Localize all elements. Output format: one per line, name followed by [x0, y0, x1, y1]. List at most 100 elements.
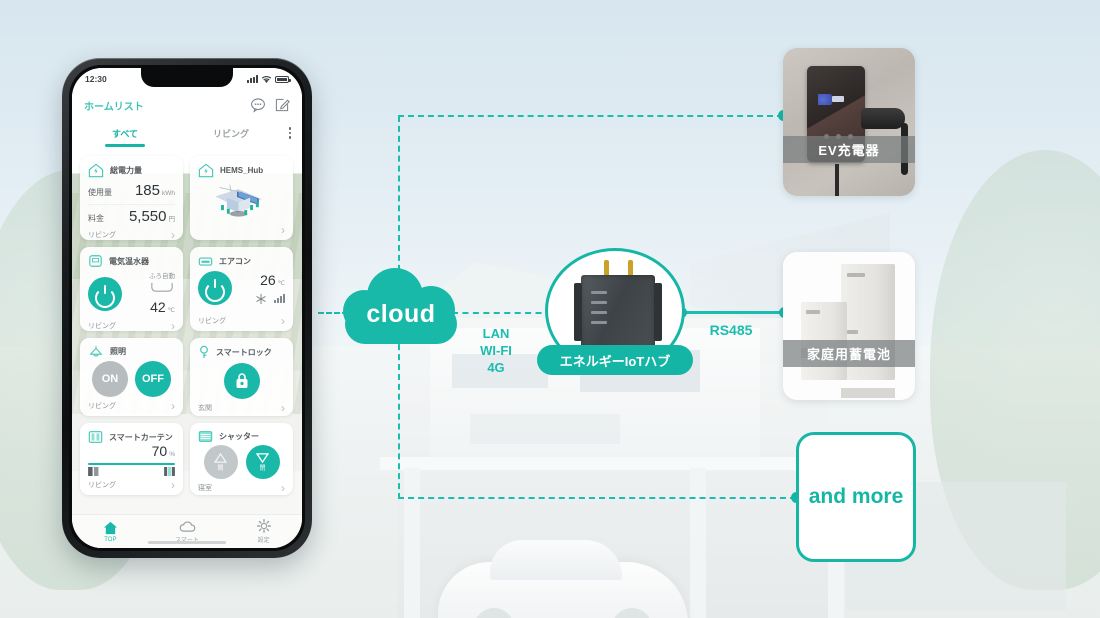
usage-value: 185	[134, 182, 160, 199]
lamp-icon	[89, 346, 103, 357]
chevron-right-icon[interactable]: ›	[281, 482, 285, 494]
shutter-close-button[interactable]: 閉	[245, 445, 280, 479]
card-room-label: リビング	[88, 482, 116, 489]
key-icon	[200, 345, 208, 359]
shutter-open-label: 開	[217, 465, 224, 472]
card-title: 電気温水器	[109, 256, 149, 266]
chevron-right-icon[interactable]: ›	[281, 224, 285, 236]
hems-house-illustration	[215, 184, 262, 217]
card-room-label: 寝室	[198, 485, 212, 492]
temperature-value: 42	[150, 299, 166, 315]
card-hems-hub[interactable]: HEMS_Hub ›	[190, 156, 293, 240]
curtain-slider[interactable]	[88, 463, 175, 465]
nav-item-settings[interactable]: 設定	[225, 519, 302, 544]
device-card-home-battery[interactable]: 家庭用蓄電池	[783, 252, 915, 400]
cloud-node[interactable]: cloud	[341, 268, 461, 350]
curtain-open-icon[interactable]	[164, 467, 175, 476]
mode-label: ふろ自動	[149, 273, 175, 280]
chat-icon[interactable]	[250, 97, 266, 113]
battery-icon	[275, 75, 291, 83]
temperature-unit: ℃	[277, 279, 285, 287]
water-heater-icon	[89, 255, 102, 267]
card-lighting[interactable]: 照明 ON OFF リビング ›	[80, 338, 183, 416]
bottom-navigation: TOP スマート 設定	[72, 514, 302, 548]
usage-unit: kWh	[162, 190, 175, 197]
temperature-value: 26	[260, 271, 276, 288]
nav-label: 設定	[257, 538, 270, 544]
app-header: ホームリスト	[72, 90, 302, 120]
card-room-label: リビング	[198, 318, 226, 325]
tab-living[interactable]: リビング	[178, 127, 284, 140]
hub-label: エネルギーIoTハブ	[537, 345, 693, 375]
shutter-close-label: 閉	[259, 465, 266, 472]
wire-to-and-more	[398, 497, 796, 499]
iot-hub-node[interactable]: エネルギーIoTハブ	[537, 248, 693, 375]
chevron-right-icon[interactable]: ›	[171, 320, 175, 332]
card-water-heater[interactable]: 電気温水器 ふろ自動 42 ℃ リビング ›	[80, 247, 183, 332]
lock-icon	[236, 373, 247, 388]
page-title: ホームリスト	[84, 101, 144, 113]
chevron-right-icon[interactable]: ›	[171, 400, 175, 412]
network-protocol-label: LAN WI-FI 4G	[470, 325, 522, 376]
cloud-label: cloud	[366, 299, 436, 328]
card-title: エアコン	[219, 257, 251, 266]
light-off-button[interactable]: OFF	[135, 361, 171, 397]
card-smart-curtain[interactable]: スマートカーテン 70% リビング ›	[80, 423, 183, 495]
hub-led-strip	[591, 291, 607, 331]
shutter-open-button[interactable]: 開	[203, 445, 238, 479]
home-indicator	[148, 541, 226, 544]
card-title: スマートカーテン	[109, 432, 173, 442]
edit-icon[interactable]	[274, 97, 290, 113]
triangle-down-icon	[256, 452, 269, 463]
hub-device-image	[574, 275, 662, 353]
protocol-lan: LAN	[482, 326, 510, 341]
device-card-grid: 総電力量 使用量 185 kWh 料金 5,550 円 リビング › HEMS_…	[72, 152, 302, 514]
chevron-right-icon[interactable]: ›	[281, 315, 285, 327]
wire-hub-to-battery	[680, 311, 785, 314]
nav-label: TOP	[104, 536, 117, 543]
chevron-right-icon[interactable]: ›	[281, 402, 285, 414]
tab-bar: すべて リビング	[72, 120, 302, 146]
fan-speed-icon	[274, 294, 285, 303]
phone-notch	[141, 68, 233, 87]
snowflake-icon	[256, 293, 266, 304]
ev-brand-logo-icon	[818, 94, 844, 105]
card-room-label: リビング	[88, 323, 116, 330]
rs485-label: RS485	[709, 322, 753, 338]
and-more-card[interactable]: and more	[796, 432, 916, 562]
smartphone-mockup: 12:30 ホームリスト すべて リビング 総電力量 使用量 185 kWh 料…	[62, 58, 312, 558]
phone-screen: 12:30 ホームリスト すべて リビング 総電力量 使用量 185 kWh 料…	[72, 68, 302, 548]
card-title: スマートロック	[216, 348, 272, 357]
card-smart-lock[interactable]: スマートロック 玄関 ›	[190, 338, 293, 416]
lock-toggle-button[interactable]	[223, 363, 260, 399]
card-total-power[interactable]: 総電力量 使用量 185 kWh 料金 5,550 円 リビング ›	[80, 156, 183, 241]
tab-all[interactable]: すべて	[72, 127, 178, 140]
card-shutter[interactable]: シャッター 開 閉 寝室 ›	[190, 423, 293, 495]
wire-cloud-to-hub	[452, 312, 552, 314]
power-toggle-button[interactable]	[88, 276, 122, 311]
house-bolt-icon	[88, 163, 104, 178]
device-card-ev-charger[interactable]: EV充電器	[783, 48, 915, 196]
home-battery-label: 家庭用蓄電池	[783, 340, 915, 368]
cloud-icon	[179, 520, 195, 532]
curtain-close-icon[interactable]	[88, 467, 99, 476]
light-on-button[interactable]: ON	[92, 361, 128, 397]
chevron-right-icon[interactable]: ›	[171, 229, 175, 241]
nav-item-smart[interactable]: スマート	[149, 520, 226, 544]
curtain-percent-value: 70	[151, 443, 168, 459]
nav-item-top[interactable]: TOP	[72, 521, 149, 543]
chevron-right-icon[interactable]: ›	[171, 479, 175, 491]
wire-to-ev-charger	[398, 115, 783, 117]
card-room-label: リビング	[88, 403, 116, 410]
card-title: HEMS_Hub	[220, 166, 264, 175]
shutter-icon	[198, 431, 213, 442]
gear-icon	[256, 519, 271, 533]
card-air-conditioner[interactable]: エアコン 26 ℃ リビング ›	[190, 247, 293, 331]
ev-charger-label: EV充電器	[783, 136, 915, 164]
bathtub-icon	[151, 282, 173, 292]
usage-label: 使用量	[88, 188, 112, 197]
aircon-icon	[198, 256, 213, 266]
more-options-icon[interactable]	[284, 127, 302, 139]
power-toggle-button[interactable]	[198, 271, 232, 305]
cost-value: 5,550	[128, 208, 167, 225]
